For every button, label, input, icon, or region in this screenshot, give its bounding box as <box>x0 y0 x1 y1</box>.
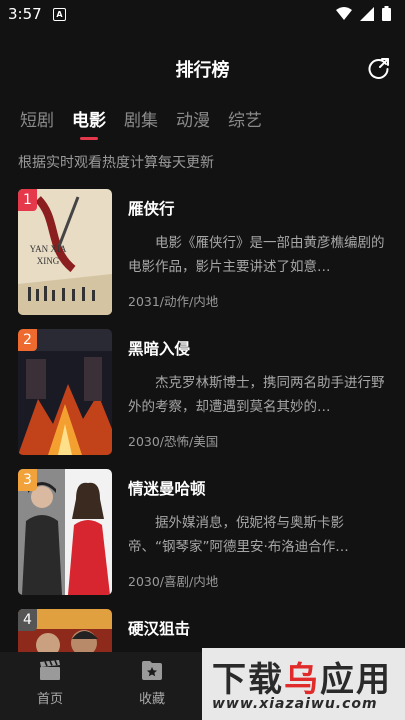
tab-dianying[interactable]: 电影 <box>72 106 106 140</box>
star-folder-icon <box>142 661 162 680</box>
item-meta: 2031/动作/内地 <box>128 294 219 309</box>
list-item[interactable]: 3 情迷曼哈顿 据外媒消息，倪妮将与奥斯卡影帝、“钢琴家”阿德里安·布洛迪合作…… <box>18 469 388 595</box>
status-time: 3:57 <box>8 5 42 23</box>
rank-badge: 2 <box>18 329 37 351</box>
tab-duanju[interactable]: 短剧 <box>20 106 54 140</box>
item-meta: 2030/恐怖/美国 <box>128 434 219 449</box>
item-description: 电影《雁侠行》是一部由黄彦樵编剧的电影作品，影片主要讲述了如意… <box>128 235 385 275</box>
header: 排行榜 <box>0 48 405 88</box>
list-item[interactable]: YAN XIA XING 1 雁侠行 电影《雁侠行》是一部由黄彦樵编剧的电影作品… <box>18 189 388 315</box>
nav-favorites[interactable]: 收藏 <box>120 658 184 707</box>
ranking-subtitle: 根据实时观看热度计算每天更新 <box>18 155 214 171</box>
watermark-url: www.xiazaiwu.com <box>212 696 378 712</box>
status-bar: 3:57 A <box>0 0 405 30</box>
battery-icon <box>382 6 391 21</box>
tab-zongyi[interactable]: 综艺 <box>228 106 262 140</box>
item-title: 情迷曼哈顿 <box>128 480 206 498</box>
nav-home-label: 首页 <box>36 692 63 707</box>
list-item[interactable]: 4 硬汉狙击 <box>18 609 388 652</box>
category-tabs: 短剧 电影 剧集 动漫 综艺 <box>20 106 262 140</box>
item-title: 硬汉狙击 <box>128 620 191 638</box>
watermark-title: 下载乌应用 <box>212 660 392 700</box>
poster-image[interactable]: YAN XIA XING 1 <box>18 189 112 315</box>
signal-icon <box>360 6 374 21</box>
watermark-logo: 下载乌应用 www.xiazaiwu.com <box>202 648 405 720</box>
status-icons <box>336 6 391 21</box>
list-item[interactable]: 2 黑暗入侵 杰克罗林斯博士，携同两名助手进行野外的考察，却遭遇到莫名其妙的… … <box>18 329 388 455</box>
tab-juji[interactable]: 剧集 <box>124 106 158 140</box>
rank-badge: 4 <box>18 609 37 631</box>
rank-badge: 3 <box>18 469 37 491</box>
poster-image[interactable]: 4 <box>18 609 112 652</box>
refresh-icon[interactable] <box>367 56 391 80</box>
wifi-icon <box>336 7 352 20</box>
item-title: 黑暗入侵 <box>128 340 191 358</box>
item-description: 杰克罗林斯博士，携同两名助手进行野外的考察，却遭遇到莫名其妙的… <box>128 375 385 415</box>
poster-image[interactable]: 2 <box>18 329 112 455</box>
notification-icon: A <box>53 8 66 21</box>
item-title: 雁侠行 <box>128 200 175 218</box>
poster-caption: YAN XIA XING <box>29 244 67 266</box>
nav-favorites-label: 收藏 <box>138 692 165 707</box>
page-title: 排行榜 <box>175 60 230 81</box>
clapperboard-icon <box>40 660 60 680</box>
item-meta: 2030/喜剧/内地 <box>128 574 219 589</box>
nav-home[interactable]: 首页 <box>18 658 82 707</box>
tab-dongman[interactable]: 动漫 <box>176 106 210 140</box>
rank-badge: 1 <box>18 189 37 211</box>
item-description: 据外媒消息，倪妮将与奥斯卡影帝、“钢琴家”阿德里安·布洛迪合作… <box>128 515 349 555</box>
poster-image[interactable]: 3 <box>18 469 112 595</box>
